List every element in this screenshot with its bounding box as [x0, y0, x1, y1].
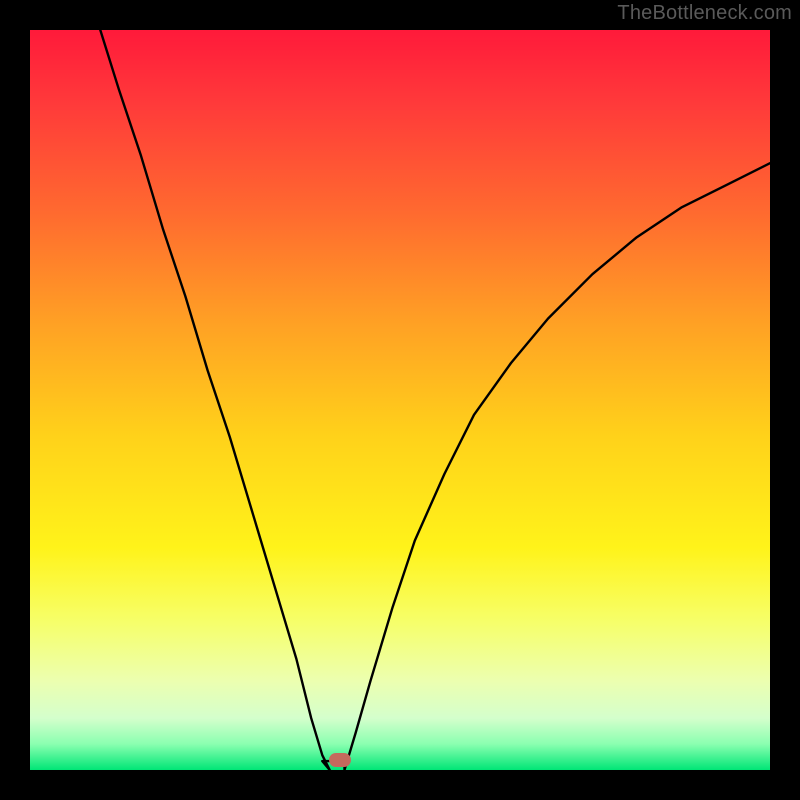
- optimal-point-marker: [329, 753, 351, 767]
- chart-svg: [30, 30, 770, 770]
- watermark-text: TheBottleneck.com: [617, 2, 792, 25]
- chart-plot-area: [30, 30, 770, 770]
- chart-background: [30, 30, 770, 770]
